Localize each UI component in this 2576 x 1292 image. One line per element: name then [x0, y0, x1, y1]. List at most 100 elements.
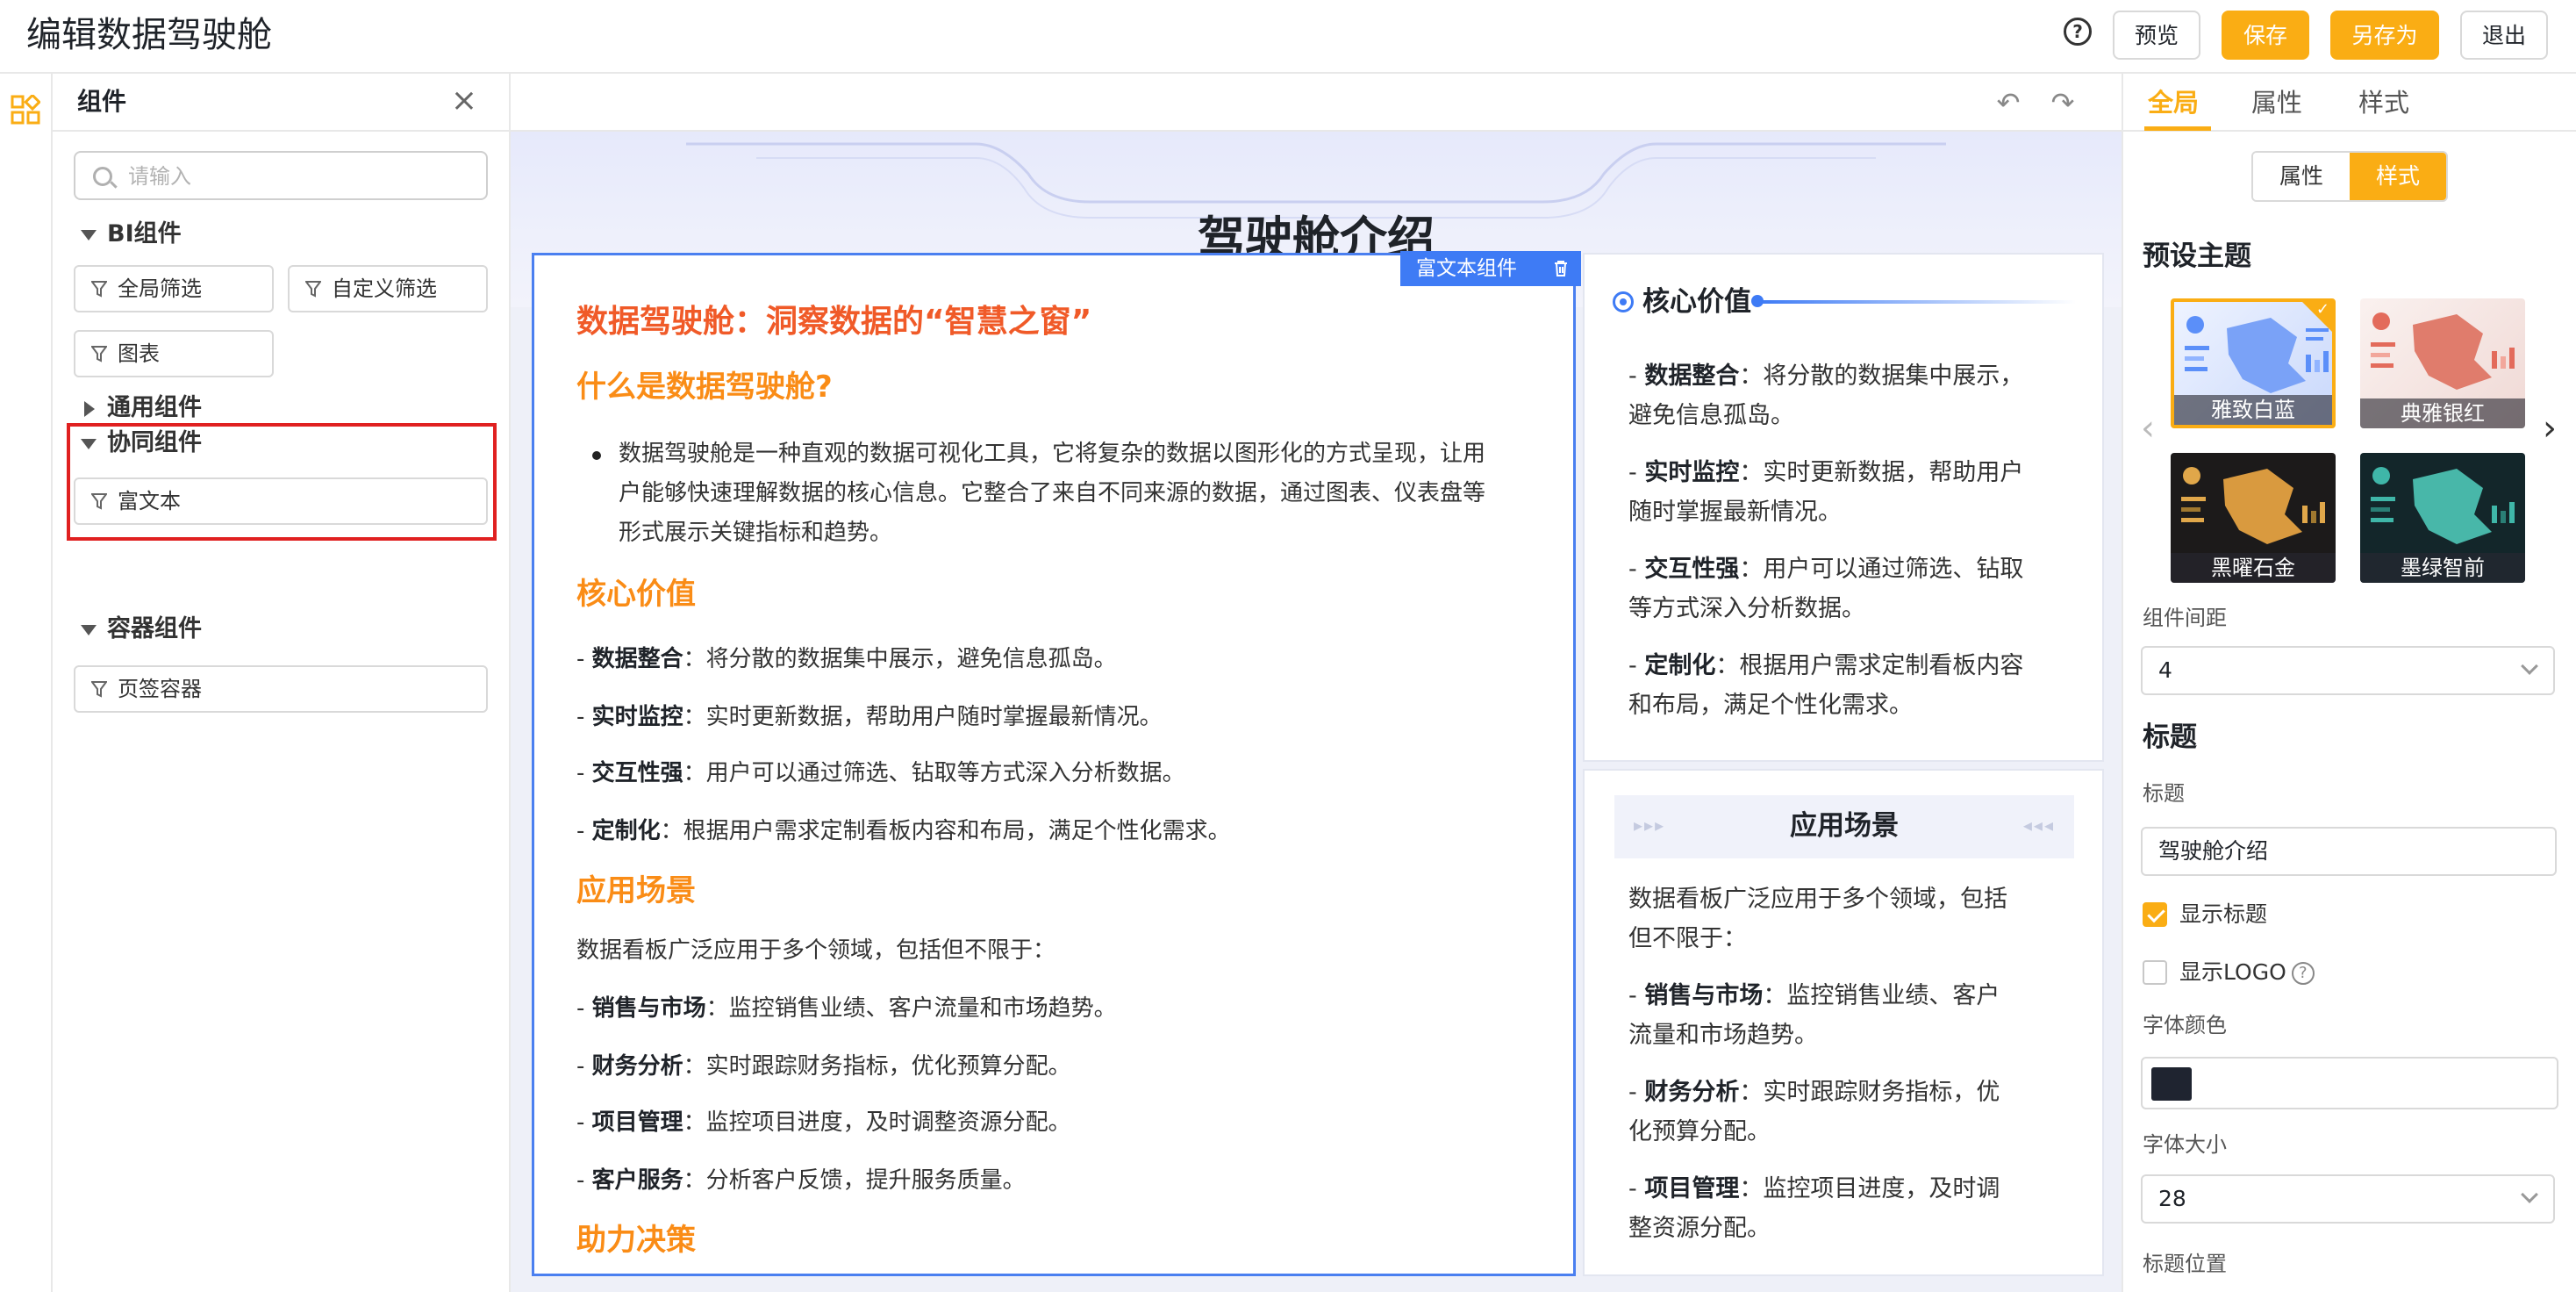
core-item: - 定制化：根据用户需求定制看板内容和布局，满足个性化需求。: [576, 818, 1231, 844]
scene-card-title: 应用场景: [1790, 810, 1899, 842]
font-size-value: 28: [2158, 1186, 2186, 1211]
filter-icon: [91, 281, 107, 298]
panel-title: 组件: [77, 87, 127, 116]
segment-control: 属性 样式: [2251, 151, 2448, 202]
component-chart[interactable]: 图表: [74, 330, 274, 377]
scene-heading: 应用场景: [576, 873, 696, 908]
color-swatch: [2151, 1067, 2192, 1101]
scene-card-item: - 财务分析：实时跟踪财务指标，优 化预算分配。: [1628, 1079, 2000, 1145]
search-input[interactable]: [128, 160, 470, 193]
preview-button[interactable]: 预览: [2113, 11, 2200, 60]
canvas: ↶ ↷ 驾驶舱介绍 富文本组件 数据驾驶舱：洞察数据的“智慧之窗” 什么是数据驾…: [511, 74, 2122, 1292]
scene-item: - 项目管理：监控项目进度，及时调整资源分配。: [576, 1109, 1071, 1136]
component-tab-container[interactable]: 页签容器: [74, 665, 488, 713]
chevron-left-icon[interactable]: ‹: [2141, 411, 2155, 446]
show-logo-checkbox[interactable]: [2143, 960, 2167, 985]
app-title: 编辑数据驾驶舱: [26, 15, 272, 55]
theme-card[interactable]: 墨绿智前: [2360, 453, 2525, 583]
caret-down-icon: [81, 229, 97, 240]
theme-card[interactable]: ✓ 雅致白蓝: [2171, 298, 2336, 428]
scene-card-header: ▸▸▸ 应用场景 ◂◂◂: [1614, 795, 2074, 858]
title-position-label: 标题位置: [2143, 1252, 2227, 1276]
what-heading: 什么是数据驾驶舱?: [576, 370, 833, 405]
core-value-card[interactable]: 核心价值 - 数据整合：将分散的数据集中展示， 避免信息孤岛。 - 实时监控：实时…: [1583, 253, 2104, 762]
search-box[interactable]: [74, 151, 488, 200]
rich-text-heading: 数据驾驶舱：洞察数据的“智慧之窗”: [576, 304, 1092, 340]
group-container[interactable]: 容器组件: [81, 614, 202, 644]
top-bar: 编辑数据驾驶舱 ? 预览 保存 另存为 退出: [0, 0, 2576, 74]
theme-name: 雅致白蓝: [2174, 395, 2332, 425]
tab-style[interactable]: 样式: [2358, 86, 2409, 119]
title-label: 标题: [2143, 781, 2185, 806]
rich-text-tag-label: 富文本组件: [1416, 257, 1517, 280]
theme-card[interactable]: 黑曜石金: [2171, 453, 2336, 583]
save-as-button[interactable]: 另存为: [2330, 11, 2439, 60]
core-card-item: - 数据整合：将分散的数据集中展示， 避免信息孤岛。: [1628, 362, 2024, 429]
highlight-annotation: [67, 423, 497, 541]
segment-attributes[interactable]: 属性: [2253, 153, 2350, 200]
theme-card[interactable]: 典雅银红: [2360, 298, 2525, 428]
show-title-checkbox[interactable]: [2143, 902, 2167, 927]
properties-panel: 全局 属性 样式 属性 样式 预设主题 ✓ 雅致白蓝 典雅银红 黑曜石金 墨绿智…: [2122, 74, 2576, 1292]
show-title-label: 显示标题: [2179, 901, 2268, 927]
trash-icon[interactable]: [1553, 260, 1569, 277]
tab-global[interactable]: 全局: [2148, 86, 2199, 119]
group-common[interactable]: 通用组件: [81, 393, 202, 423]
theme-name: 典雅银红: [2360, 398, 2525, 428]
left-rail: [0, 74, 53, 1292]
components-icon[interactable]: [11, 95, 40, 125]
title-input[interactable]: 驾驶舱介绍: [2141, 827, 2557, 876]
help-icon[interactable]: ?: [2064, 18, 2092, 46]
chevron-right-icon[interactable]: ›: [2543, 411, 2557, 446]
group-bi[interactable]: BI组件: [81, 219, 182, 249]
font-size-label: 字体大小: [2143, 1132, 2227, 1157]
rich-text-card[interactable]: 数据驾驶舱：洞察数据的“智慧之窗” 什么是数据驾驶舱? 数据驾驶舱是一种直观的数…: [532, 253, 1576, 1276]
show-logo-row: 显示LOGO?: [2179, 958, 2315, 987]
core-item: - 交互性强：用户可以通过筛选、钻取等方式深入分析数据。: [576, 760, 1185, 786]
what-body: 数据驾驶舱是一种直观的数据可视化工具，它将复杂的数据以图形化的方式呈现，让用户能…: [587, 434, 1499, 553]
filter-icon: [91, 681, 107, 698]
caret-right-icon: [84, 400, 95, 417]
title-section-heading: 标题: [2143, 721, 2197, 753]
chevron-down-icon: [2521, 1186, 2538, 1203]
spacing-select[interactable]: 4: [2141, 646, 2555, 695]
tab-attributes[interactable]: 属性: [2251, 86, 2302, 119]
font-size-select[interactable]: 28: [2141, 1174, 2555, 1224]
font-color-picker[interactable]: [2141, 1057, 2558, 1109]
scene-intro: 数据看板广泛应用于多个领域，包括但不限于：: [576, 937, 1056, 964]
components-panel: 组件 × BI组件 全局筛选 自定义筛选 图表 通用组件 协同组件 富文本 容器…: [53, 74, 511, 1292]
group-label: 容器组件: [107, 615, 202, 642]
redo-icon[interactable]: ↷: [2048, 89, 2078, 117]
filter-icon: [91, 346, 107, 362]
component-global-filter[interactable]: 全局筛选: [74, 265, 274, 312]
theme-name: 墨绿智前: [2360, 553, 2525, 583]
decision-heading: 助力决策: [576, 1223, 696, 1258]
scene-card[interactable]: ▸▸▸ 应用场景 ◂◂◂ 数据看板广泛应用于多个领域，包括 但不限于： - 销售与…: [1583, 769, 2104, 1276]
core-heading: 核心价值: [576, 577, 696, 612]
component-label: 图表: [118, 341, 160, 366]
save-button[interactable]: 保存: [2222, 11, 2309, 60]
theme-name: 黑曜石金: [2171, 553, 2336, 583]
core-card-item: - 交互性强：用户可以通过筛选、钻取 等方式深入分析数据。: [1628, 556, 2024, 622]
search-icon: [93, 167, 112, 186]
target-icon: [1613, 291, 1634, 312]
preset-theme-title: 预设主题: [2143, 240, 2251, 272]
rich-text-tag[interactable]: 富文本组件: [1400, 251, 1581, 286]
undo-icon[interactable]: ↶: [1993, 89, 2023, 117]
component-custom-filter[interactable]: 自定义筛选: [288, 265, 488, 312]
font-color-label: 字体颜色: [2143, 1013, 2227, 1037]
panel-header: 组件 ×: [53, 74, 509, 132]
canvas-toolbar: ↶ ↷: [511, 74, 2122, 132]
filter-icon: [305, 281, 321, 298]
component-label: 全局筛选: [118, 276, 202, 301]
props-tabs: 全局 属性 样式: [2123, 74, 2576, 132]
segment-style[interactable]: 样式: [2350, 153, 2446, 200]
core-card-item: - 定制化：根据用户需求定制看板内容 和布局，满足个性化需求。: [1628, 652, 2024, 719]
title-line: [1760, 300, 2076, 304]
scene-item: - 客户服务：分析客户反馈，提升服务质量。: [576, 1167, 1026, 1194]
exit-button[interactable]: 退出: [2460, 11, 2548, 60]
help-icon[interactable]: ?: [2291, 962, 2315, 985]
check-icon: ✓: [2315, 300, 2329, 319]
close-icon[interactable]: ×: [449, 85, 479, 117]
scene-item: - 财务分析：实时跟踪财务指标，优化预算分配。: [576, 1053, 1071, 1080]
